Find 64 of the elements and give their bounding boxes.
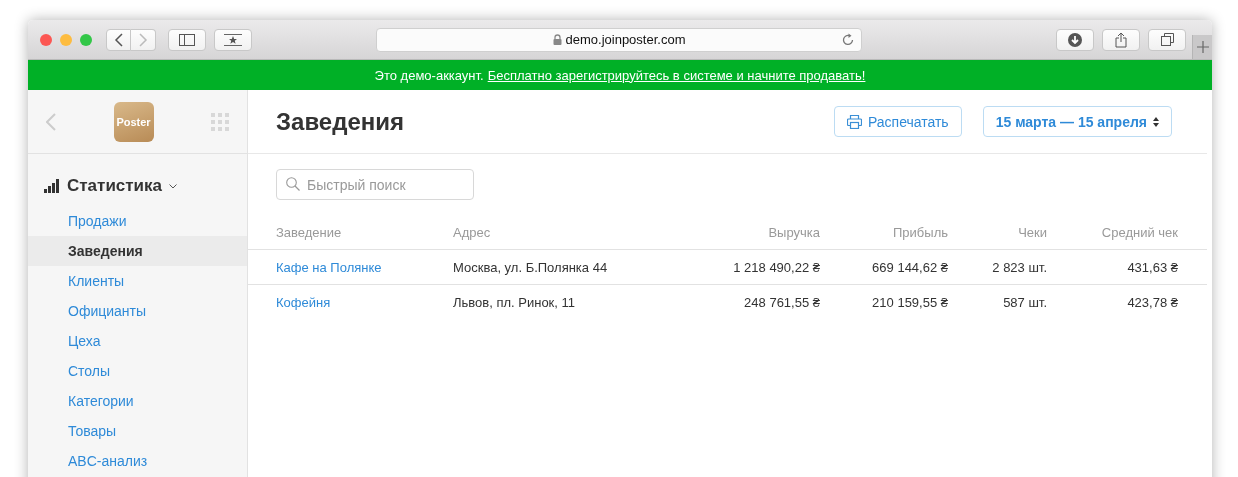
back-icon: [113, 32, 124, 47]
new-tab-button[interactable]: [1192, 35, 1212, 59]
sidebar-item[interactable]: Заведения: [28, 236, 247, 266]
sidebar-item[interactable]: Категории: [28, 386, 247, 416]
bookmarks-button[interactable]: [214, 28, 252, 51]
table-cell: 1 218 490,22 ₴: [733, 259, 820, 275]
column-header[interactable]: Прибыль: [820, 216, 948, 250]
table-cell: 587 шт.: [1003, 294, 1047, 310]
column-header[interactable]: Выручка: [623, 216, 820, 250]
poster-logo[interactable]: Poster: [113, 101, 154, 142]
table-cell: 2 823 шт.: [992, 259, 1047, 275]
date-range-button[interactable]: 15 марта — 15 апреля: [982, 106, 1172, 137]
tabs-button[interactable]: [1148, 28, 1186, 51]
bar-chart-icon: [44, 179, 60, 193]
print-button[interactable]: Распечатать: [833, 106, 962, 137]
table-cell: 210 159,55 ₴: [872, 294, 948, 310]
share-icon: [1115, 31, 1127, 48]
chevron-icon[interactable]: [169, 183, 178, 189]
banner-text: Это демо-аккаунт.: [374, 67, 484, 83]
table-cell: 423,78 ₴: [1127, 294, 1178, 310]
search-field[interactable]: Быстрый поиск: [276, 169, 474, 200]
star-icon: [224, 33, 242, 46]
forward-button[interactable]: [131, 28, 156, 51]
sidebar-item[interactable]: Продажи: [28, 206, 247, 236]
table-cell: 248 761,55 ₴: [744, 294, 820, 310]
reload-icon[interactable]: [841, 32, 855, 47]
plus-icon: [1196, 41, 1209, 53]
sidebar-item[interactable]: Товары: [28, 416, 247, 446]
back-icon[interactable]: [46, 112, 56, 131]
printer-icon: [846, 114, 862, 129]
table-cell: Львов, пл. Ринок, 11: [453, 294, 576, 310]
page-title: Заведения: [276, 107, 405, 136]
table-cell: Москва, ул. Б.Полянка 44: [453, 259, 608, 275]
sidebar-icon: [179, 33, 195, 46]
sidebar-item[interactable]: Столы: [28, 356, 247, 386]
downloads-button[interactable]: [1056, 28, 1094, 51]
sidebar-item[interactable]: Официанты: [28, 296, 247, 326]
back-button[interactable]: [106, 28, 131, 51]
sidebar-toggle-button[interactable]: [168, 28, 206, 51]
tabs-icon: [1160, 33, 1174, 46]
table-cell: 669 144,62 ₴: [872, 259, 948, 275]
table-cell: 431,63 ₴: [1127, 259, 1178, 275]
apps-grid-icon[interactable]: [211, 112, 229, 131]
sidebar-item[interactable]: Цеха: [28, 326, 247, 356]
section-title[interactable]: Статистика: [67, 176, 163, 196]
download-icon: [1068, 32, 1082, 47]
sidebar-item[interactable]: Клиенты: [28, 266, 247, 296]
url-text: demo.joinposter.com: [565, 32, 686, 47]
column-header[interactable]: Заведение: [248, 216, 453, 250]
close-icon[interactable]: [40, 33, 52, 46]
address-bar[interactable]: demo.joinposter.com: [376, 27, 862, 52]
lock-icon: [552, 34, 562, 45]
column-header[interactable]: Средний чек: [1047, 216, 1207, 250]
sort-arrows-icon: [1153, 116, 1159, 127]
forward-icon: [138, 32, 148, 47]
register-link[interactable]: Бесплатно зарегистрируйтесь в системе и начните продавать!: [487, 67, 866, 83]
sidebar-item[interactable]: ABC-анализ: [28, 446, 247, 476]
venue-link[interactable]: Кофейня: [276, 294, 331, 310]
minimize-icon[interactable]: [60, 33, 72, 46]
column-header[interactable]: Чеки: [948, 216, 1047, 250]
zoom-icon[interactable]: [80, 33, 92, 46]
venue-link[interactable]: Кафе на Полянке: [276, 259, 382, 275]
column-header[interactable]: Адрес: [453, 216, 623, 250]
share-button[interactable]: [1102, 28, 1140, 51]
